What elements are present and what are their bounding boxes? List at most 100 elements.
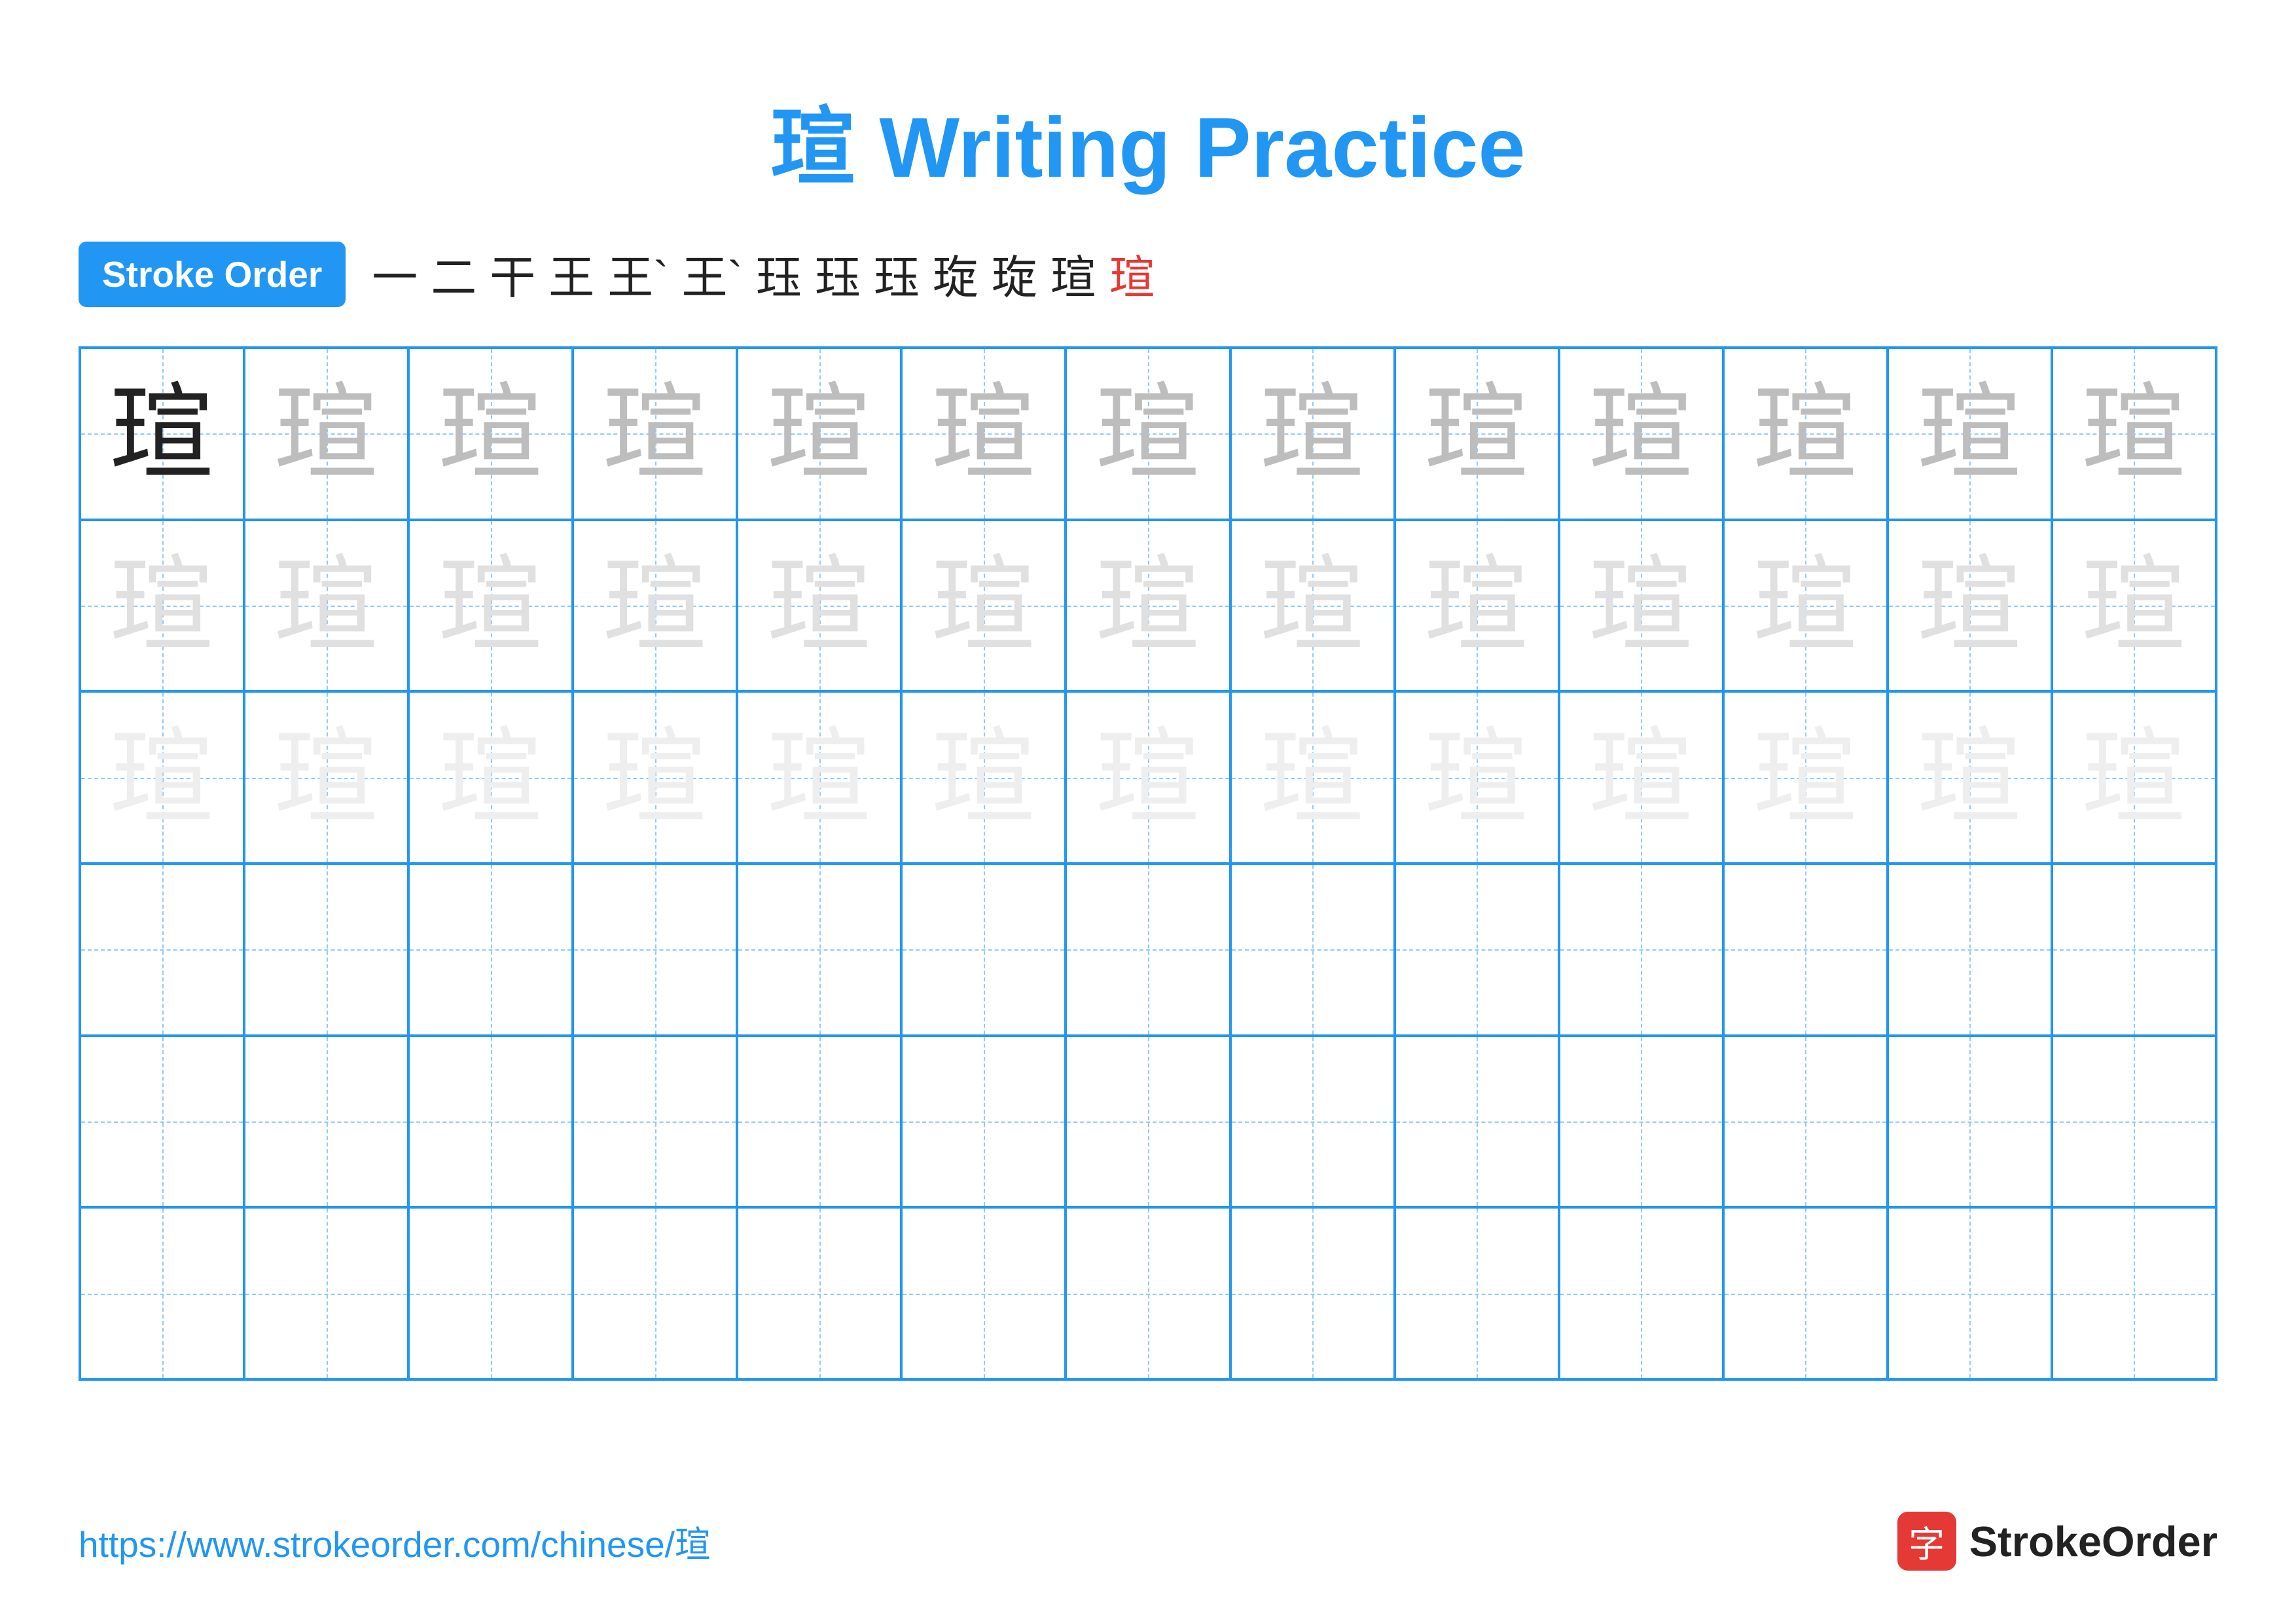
grid-cell[interactable]: 瑄: [408, 691, 573, 864]
grid-cell[interactable]: 瑄: [1723, 691, 1888, 864]
cell-character: 瑄: [1917, 553, 2022, 658]
grid-cell[interactable]: 瑄: [1888, 520, 2052, 692]
grid-cell[interactable]: [1723, 864, 1888, 1036]
grid-cell[interactable]: 瑄: [1395, 348, 1559, 520]
grid-cell[interactable]: 瑄: [737, 348, 901, 520]
stroke-step-8: 珏: [874, 241, 920, 307]
grid-cell[interactable]: [737, 1207, 901, 1379]
grid-cell[interactable]: 瑄: [244, 520, 408, 692]
grid-cell[interactable]: 瑄: [1230, 520, 1395, 692]
grid-cell[interactable]: 瑄: [1066, 691, 1230, 864]
cell-character: 瑄: [603, 553, 708, 658]
grid-cell[interactable]: [80, 1036, 244, 1208]
grid-cell[interactable]: [1888, 864, 2052, 1036]
grid-cell[interactable]: 瑄: [408, 348, 573, 520]
grid-cell[interactable]: [80, 864, 244, 1036]
grid-cell[interactable]: 瑄: [2052, 520, 2216, 692]
grid-cell[interactable]: 瑄: [1723, 348, 1888, 520]
grid-cell[interactable]: 瑄: [1230, 348, 1395, 520]
grid-cell[interactable]: 瑄: [80, 348, 244, 520]
grid-cell[interactable]: 瑄: [408, 520, 573, 692]
grid-cell[interactable]: 瑄: [573, 520, 737, 692]
grid-cell[interactable]: [1066, 864, 1230, 1036]
grid-cell[interactable]: [901, 1207, 1066, 1379]
grid-cell[interactable]: 瑄: [2052, 348, 2216, 520]
grid-cell[interactable]: [1230, 1207, 1395, 1379]
grid-cell[interactable]: 瑄: [737, 691, 901, 864]
footer-url[interactable]: https://www.strokeorder.com/chinese/瑄: [79, 1515, 711, 1567]
cell-character: 瑄: [2081, 725, 2186, 830]
grid-cell[interactable]: 瑄: [901, 520, 1066, 692]
cell-character: 瑄: [1588, 381, 1693, 486]
cell-character: 瑄: [439, 553, 543, 658]
grid-cell[interactable]: 瑄: [573, 691, 737, 864]
grid-cell[interactable]: [80, 1207, 244, 1379]
grid-cell[interactable]: [1723, 1207, 1888, 1379]
grid-cell[interactable]: [408, 1207, 573, 1379]
footer: https://www.strokeorder.com/chinese/瑄 字 …: [79, 1512, 2217, 1571]
grid-cell[interactable]: [737, 864, 901, 1036]
grid-cell[interactable]: [737, 1036, 901, 1208]
grid-cell[interactable]: [1395, 1036, 1559, 1208]
grid-cell[interactable]: 瑄: [2052, 691, 2216, 864]
grid-cell[interactable]: 瑄: [1888, 691, 2052, 864]
cell-character: 瑄: [603, 725, 708, 830]
grid-cell[interactable]: 瑄: [80, 691, 244, 864]
cell-character: 瑄: [2081, 381, 2186, 486]
grid-cell[interactable]: [1559, 864, 1723, 1036]
cell-character: 瑄: [2081, 553, 2186, 658]
grid-cell[interactable]: 瑄: [244, 348, 408, 520]
grid-cell[interactable]: [573, 1207, 737, 1379]
cell-character: 瑄: [1588, 553, 1693, 658]
grid-cell[interactable]: 瑄: [1066, 348, 1230, 520]
grid-cell[interactable]: 瑄: [901, 348, 1066, 520]
cell-character: 瑄: [1753, 725, 1857, 830]
grid-cell[interactable]: [1559, 1036, 1723, 1208]
grid-cell[interactable]: 瑄: [1559, 520, 1723, 692]
cell-character: 瑄: [110, 381, 215, 486]
cell-character: 瑄: [767, 381, 872, 486]
cell-character: 瑄: [439, 381, 543, 486]
grid-cell[interactable]: [901, 864, 1066, 1036]
grid-cell[interactable]: [244, 1036, 408, 1208]
grid-cell[interactable]: [2052, 1036, 2216, 1208]
grid-cell[interactable]: [1230, 864, 1395, 1036]
grid-cell[interactable]: 瑄: [1559, 691, 1723, 864]
grid-cell[interactable]: [408, 1036, 573, 1208]
grid-cell[interactable]: [1888, 1036, 2052, 1208]
grid-cell[interactable]: [408, 864, 573, 1036]
grid-cell[interactable]: 瑄: [1395, 520, 1559, 692]
grid-cell[interactable]: [1230, 1036, 1395, 1208]
grid-cell[interactable]: [1559, 1207, 1723, 1379]
grid-cell[interactable]: [1888, 1207, 2052, 1379]
cell-character: 瑄: [1917, 725, 2022, 830]
cell-character: 瑄: [1424, 553, 1529, 658]
stroke-step-4: 王`: [607, 241, 668, 307]
grid-cell[interactable]: [2052, 1207, 2216, 1379]
grid-cell[interactable]: 瑄: [80, 520, 244, 692]
grid-cell[interactable]: 瑄: [573, 348, 737, 520]
grid-cell[interactable]: [573, 864, 737, 1036]
grid-cell[interactable]: 瑄: [1723, 520, 1888, 692]
grid-cell[interactable]: [901, 1036, 1066, 1208]
grid-cell[interactable]: 瑄: [901, 691, 1066, 864]
grid-cell[interactable]: [1395, 1207, 1559, 1379]
grid-cell[interactable]: [1723, 1036, 1888, 1208]
grid-cell[interactable]: 瑄: [1559, 348, 1723, 520]
grid-cell[interactable]: [1395, 864, 1559, 1036]
grid-cell[interactable]: 瑄: [737, 520, 901, 692]
cell-character: 瑄: [931, 381, 1036, 486]
grid-cell[interactable]: [244, 864, 408, 1036]
grid-cell[interactable]: 瑄: [1395, 691, 1559, 864]
grid-cell[interactable]: [573, 1036, 737, 1208]
grid-cell[interactable]: [1066, 1207, 1230, 1379]
grid-cell[interactable]: [2052, 864, 2216, 1036]
grid-cell[interactable]: 瑄: [1888, 348, 2052, 520]
grid-cell[interactable]: 瑄: [1230, 691, 1395, 864]
grid-cell[interactable]: 瑄: [244, 691, 408, 864]
grid-cell[interactable]: 瑄: [1066, 520, 1230, 692]
grid-cell[interactable]: [244, 1207, 408, 1379]
stroke-step-10: 琁: [992, 241, 1037, 307]
cell-character: 瑄: [110, 553, 215, 658]
grid-cell[interactable]: [1066, 1036, 1230, 1208]
